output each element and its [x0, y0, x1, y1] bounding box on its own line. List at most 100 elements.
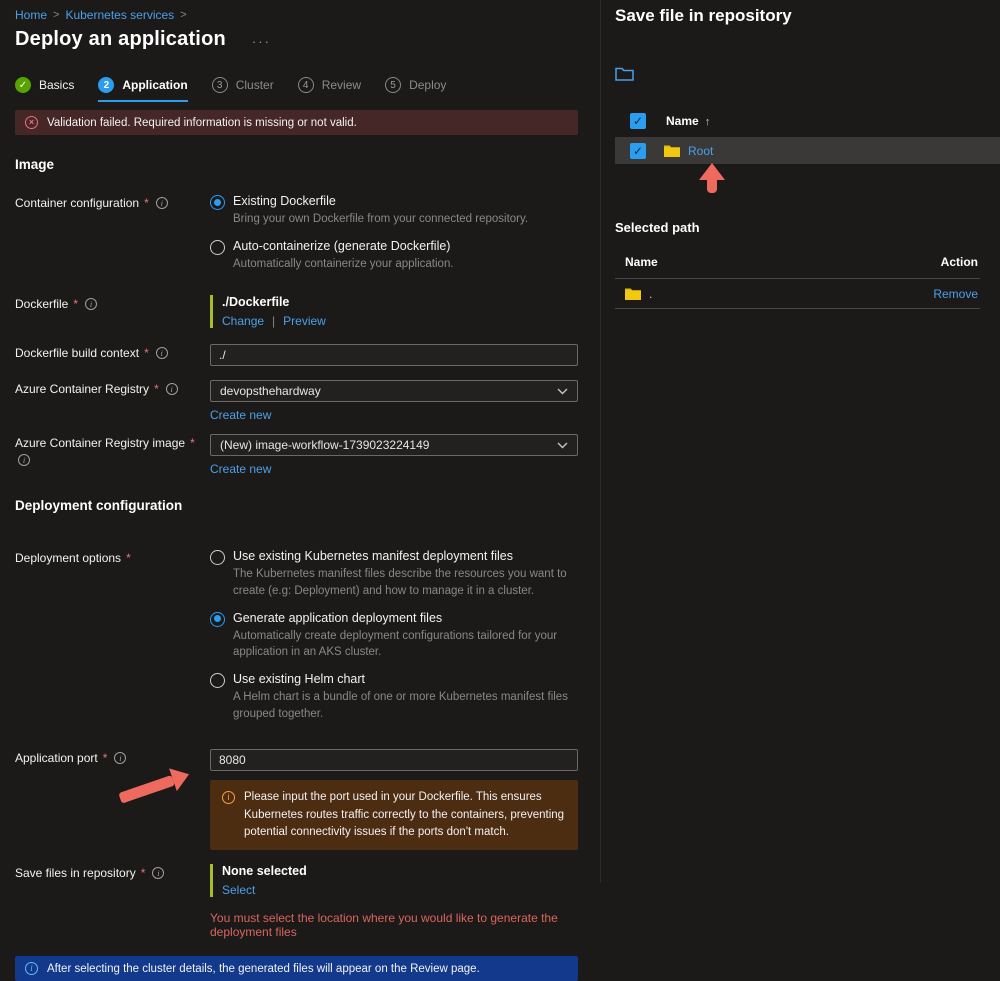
name-column-header[interactable]: Name ↑ — [666, 114, 710, 128]
acr-create-new-link[interactable]: Create new — [210, 408, 271, 422]
radio-existing-dockerfile[interactable]: Existing Dockerfile Bring your own Docke… — [210, 194, 578, 228]
change-link[interactable]: Change — [222, 314, 264, 328]
save-files-status: None selected — [222, 864, 307, 879]
tab-basics[interactable]: ✓ Basics — [15, 77, 74, 102]
select-all-checkbox[interactable]: ✓ — [630, 113, 646, 129]
field-label: Azure Container Registry * i — [15, 380, 210, 396]
folder-icon — [664, 145, 680, 157]
tab-label: Basics — [39, 78, 75, 92]
arrow-shaft — [707, 180, 717, 193]
review-info-banner: i After selecting the cluster details, t… — [15, 956, 578, 981]
save-files-selection: None selected Select — [210, 864, 578, 898]
info-icon[interactable]: i — [85, 298, 98, 311]
breadcrumb-home-link[interactable]: Home — [15, 8, 47, 22]
tree-row-root[interactable]: ✓ Root — [615, 137, 1000, 164]
info-icon[interactable]: i — [155, 347, 168, 360]
tab-cluster[interactable]: 3 Cluster — [211, 77, 274, 102]
radio-description: A Helm chart is a bundle of one or more … — [233, 691, 568, 720]
info-icon[interactable]: i — [165, 383, 178, 396]
port-warning-text: Please input the port used in your Docke… — [244, 791, 565, 838]
step-number-icon: 5 — [385, 77, 402, 93]
field-label: Dockerfile build context * i — [15, 344, 210, 360]
step-number-icon: 2 — [98, 77, 115, 93]
selected-path-heading: Selected path — [615, 220, 700, 235]
radio-existing-helm-chart[interactable]: Use existing Helm chart A Helm chart is … — [210, 672, 578, 722]
radio-description: Automatically containerize your applicat… — [233, 257, 454, 270]
radio-icon — [210, 611, 225, 627]
selected-path-name: . — [649, 286, 653, 301]
build-context-input[interactable] — [210, 344, 578, 367]
required-marker: * — [154, 382, 159, 397]
breadcrumb: Home > Kubernetes services > — [15, 8, 578, 22]
info-banner-text: After selecting the cluster details, the… — [47, 962, 480, 975]
tab-review[interactable]: 4 Review — [297, 77, 362, 102]
save-files-validation-error: You must select the location where you w… — [210, 911, 558, 940]
deployment-options-row: Deployment options * Use existing Kuberne… — [15, 549, 578, 733]
tab-deploy[interactable]: 5 Deploy — [385, 77, 446, 102]
select-repository-link[interactable]: Select — [222, 883, 255, 897]
acr-select[interactable]: devopsthehardway — [210, 380, 578, 403]
acr-row: Azure Container Registry * i devopsthehar… — [15, 380, 578, 422]
step-number-icon: 4 — [297, 77, 314, 93]
radio-label: Use existing Helm chart — [233, 672, 365, 687]
radio-description: Bring your own Dockerfile from your conn… — [233, 213, 529, 225]
step-number-icon: 3 — [211, 77, 228, 93]
acr-image-select[interactable]: (New) image-workflow-1739023224149 — [210, 434, 578, 457]
required-marker: * — [73, 297, 79, 312]
dockerfile-row: Dockerfile * i ./Dockerfile Change | Prev… — [15, 295, 578, 329]
build-context-row: Dockerfile build context * i — [15, 344, 578, 367]
acr-image-selected-value: (New) image-workflow-1739023224149 — [220, 438, 430, 453]
panel-title: Save file in repository — [615, 6, 792, 25]
required-marker: * — [126, 551, 131, 566]
more-menu-icon[interactable]: ··· — [252, 34, 271, 49]
radio-auto-containerize[interactable]: Auto-containerize (generate Dockerfile) … — [210, 239, 578, 273]
info-icon[interactable]: i — [18, 454, 30, 467]
application-port-row: Application port* i i Please input the p… — [15, 749, 578, 851]
field-label: Azure Container Registry image * i — [15, 436, 195, 467]
tab-label: Review — [321, 78, 362, 92]
field-label: Dockerfile * i — [15, 295, 210, 311]
info-icon[interactable]: i — [155, 197, 168, 209]
required-marker: * — [102, 751, 108, 766]
chevron-down-icon — [557, 388, 568, 395]
radio-icon — [210, 195, 225, 210]
tab-label: Cluster — [235, 78, 274, 92]
field-label: Application port * i — [15, 749, 210, 765]
name-column-header: Name — [625, 255, 658, 269]
acr-image-create-new-link[interactable]: Create new — [210, 462, 271, 476]
radio-icon — [210, 673, 225, 689]
breadcrumb-separator: > — [53, 9, 60, 21]
error-banner-text: Validation failed. Required information … — [47, 116, 357, 129]
preview-link[interactable]: Preview — [283, 314, 326, 328]
application-port-input[interactable] — [210, 749, 578, 772]
required-marker: * — [144, 196, 149, 210]
radio-generate-deployment-files[interactable]: Generate application deployment files Au… — [210, 611, 578, 661]
folder-icon — [625, 288, 641, 300]
radio-existing-manifest[interactable]: Use existing Kubernetes manifest deploym… — [210, 549, 578, 599]
breadcrumb-kubernetes-services-link[interactable]: Kubernetes services — [65, 8, 174, 22]
tab-label: Application — [122, 78, 188, 92]
container-configuration-row: Container configuration * i Existing Dock… — [15, 194, 578, 283]
tab-label: Deploy — [409, 78, 447, 92]
page-header: Deploy an application ··· — [15, 28, 578, 51]
save-files-row: Save files in repository * i None selecte… — [15, 864, 578, 939]
section-heading-deployment: Deployment configuration — [15, 498, 183, 514]
info-icon[interactable]: i — [152, 867, 165, 880]
info-icon[interactable]: i — [114, 752, 127, 765]
selected-path-table: Name Action . Remove — [615, 255, 980, 309]
section-heading-image: Image — [15, 157, 55, 172]
page-title: Deploy an application — [15, 28, 226, 50]
app-root: Home > Kubernetes services > Deploy an a… — [0, 0, 1000, 981]
wizard-tabs: ✓ Basics 2 Application 3 Cluster 4 Revie… — [15, 77, 578, 102]
panel-toolbar — [615, 66, 980, 84]
remove-link[interactable]: Remove — [933, 287, 978, 301]
radio-label: Generate application deployment files — [233, 610, 443, 625]
annotation-arrow-root-folder — [699, 163, 725, 193]
error-icon: × — [25, 116, 38, 129]
save-file-repository-panel: Save file in repository ✓ Name ↑ ✓ Root S… — [600, 0, 1000, 883]
new-folder-icon[interactable] — [615, 66, 634, 81]
tab-application[interactable]: 2 Application — [98, 77, 188, 102]
validation-error-banner: × Validation failed. Required informatio… — [15, 110, 578, 135]
row-checkbox[interactable]: ✓ — [630, 142, 646, 159]
field-label: Container configuration * i — [15, 194, 210, 210]
